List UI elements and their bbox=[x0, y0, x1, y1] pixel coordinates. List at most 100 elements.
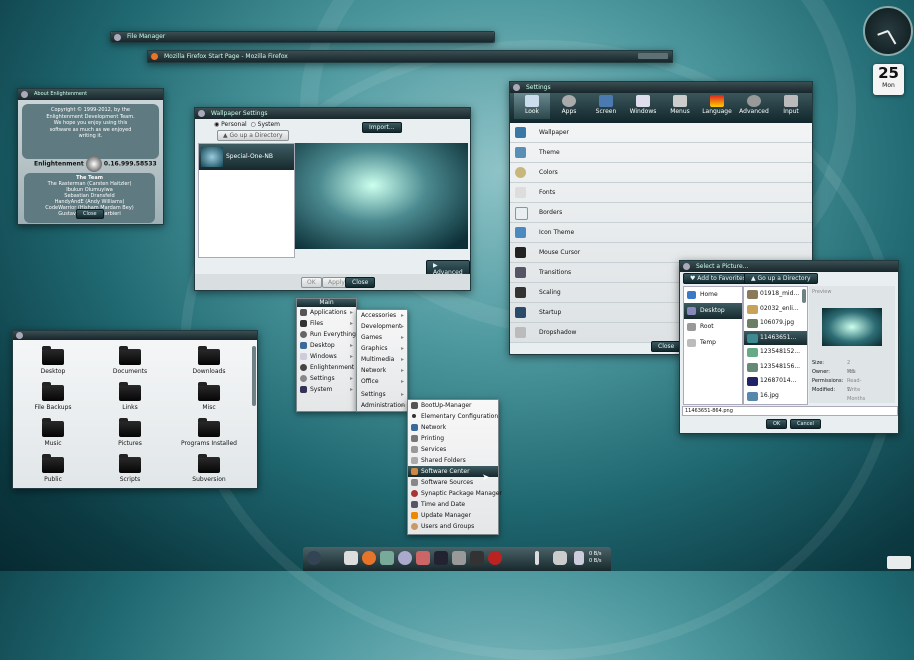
admin-item-synaptic[interactable]: Synaptic Package Manager bbox=[408, 488, 502, 499]
file-item[interactable]: 16.jpg bbox=[744, 389, 807, 404]
tab-input[interactable]: Input bbox=[773, 93, 809, 119]
places-list[interactable]: Home Desktop Root Temp bbox=[683, 286, 743, 405]
file-item[interactable]: 12687014... bbox=[744, 374, 807, 389]
file-list[interactable]: 01918_mid... 02032_enli... 106079.jpg 11… bbox=[743, 286, 808, 405]
tab-advanced[interactable]: Advanced bbox=[736, 93, 772, 119]
settings-row-colors[interactable]: Colors bbox=[510, 163, 812, 183]
submenu-item-network[interactable]: Network ▸ bbox=[357, 365, 407, 376]
folder-documents[interactable]: Documents bbox=[100, 346, 160, 375]
submenu-item-accessories[interactable]: Accessories ▸ bbox=[357, 310, 407, 321]
folder-subversion[interactable]: Subversion bbox=[179, 454, 239, 483]
about-close-button[interactable]: Close bbox=[76, 209, 104, 219]
scrollbar[interactable] bbox=[252, 346, 256, 406]
submenu-item-office[interactable]: Office ▸ bbox=[357, 376, 407, 387]
folder-downloads[interactable]: Downloads bbox=[179, 346, 239, 375]
place-root[interactable]: Root bbox=[684, 319, 742, 335]
add-favorites-button[interactable]: ♥ Add to Favorites bbox=[683, 273, 753, 284]
file-item-selected[interactable]: 11463651... bbox=[744, 330, 807, 345]
settings-row-wallpaper[interactable]: Wallpaper bbox=[510, 123, 812, 143]
place-desktop[interactable]: Desktop bbox=[684, 303, 742, 319]
terminal-icon[interactable] bbox=[344, 551, 358, 565]
volume-icon[interactable] bbox=[452, 551, 466, 565]
menu-item-files[interactable]: Files ▸ bbox=[297, 318, 356, 329]
tab-apps[interactable]: Apps bbox=[551, 93, 587, 119]
settings-row-fonts[interactable]: Fonts bbox=[510, 183, 812, 203]
admin-item-services[interactable]: Services bbox=[408, 444, 498, 455]
admin-item-network[interactable]: Network bbox=[408, 422, 498, 433]
submenu-item-multimedia[interactable]: Multimedia ▸ bbox=[357, 354, 407, 365]
settings-close-button[interactable]: Close bbox=[651, 341, 682, 352]
submenu-item-settings[interactable]: Settings ▸ bbox=[357, 389, 407, 400]
monitor-icon[interactable] bbox=[470, 551, 484, 565]
settings-row-icon-theme[interactable]: Icon Theme bbox=[510, 223, 812, 243]
close-button[interactable]: Close bbox=[345, 277, 376, 288]
settings-row-theme[interactable]: Theme bbox=[510, 143, 812, 163]
folder-pictures[interactable]: Pictures bbox=[100, 418, 160, 447]
folder-file-backups[interactable]: File Backups bbox=[23, 382, 83, 411]
tab-screen[interactable]: Screen bbox=[588, 93, 624, 119]
file-item[interactable]: 01918_mid... bbox=[744, 287, 807, 302]
paint-icon[interactable] bbox=[380, 551, 394, 565]
wallpaper-settings-window[interactable]: Wallpaper Settings ◉ Personal ○ System ▲… bbox=[194, 107, 471, 291]
start-icon[interactable] bbox=[307, 551, 321, 565]
about-window[interactable]: About Enlightenment Copyright © 1999-201… bbox=[17, 88, 164, 225]
file-item[interactable]: 123548152... bbox=[744, 345, 807, 360]
folder-scripts[interactable]: Scripts bbox=[100, 454, 160, 483]
scrollbar[interactable] bbox=[802, 289, 806, 303]
file-manager-window[interactable]: Desktop Documents Downloads File Backups… bbox=[12, 330, 258, 489]
console-icon[interactable] bbox=[434, 551, 448, 565]
menu-item-applications[interactable]: Applications ▸ bbox=[297, 307, 356, 318]
ok-button[interactable]: OK bbox=[301, 277, 322, 288]
folder-programs-installed[interactable]: Programs Installed bbox=[179, 418, 239, 447]
tab-menus[interactable]: Menus bbox=[662, 93, 698, 119]
menu-item-desktop[interactable]: Desktop ▸ bbox=[297, 340, 356, 351]
menu-item-enlightenment[interactable]: Enlightenment ▸ bbox=[297, 362, 356, 373]
search-icon[interactable] bbox=[398, 551, 412, 565]
package-icon[interactable] bbox=[416, 551, 430, 565]
admin-item-elementary-configuration[interactable]: Elementary Configuration bbox=[408, 411, 498, 422]
up-directory-button[interactable]: ▲ Go up a Directory bbox=[744, 273, 818, 284]
file-manager-titlebar-window[interactable]: File Manager bbox=[110, 31, 495, 43]
firefox-window[interactable]: Mozilla Firefox Start Page - Mozilla Fir… bbox=[147, 50, 673, 63]
window-controls[interactable] bbox=[638, 53, 668, 59]
folder-links[interactable]: Links bbox=[100, 382, 160, 411]
admin-item-printing[interactable]: Printing bbox=[408, 433, 498, 444]
admin-item-bootup-manager[interactable]: BootUp-Manager bbox=[408, 400, 498, 411]
folder-desktop[interactable]: Desktop bbox=[23, 346, 83, 375]
submenu-item-graphics[interactable]: Graphics ▸ bbox=[357, 343, 407, 354]
admin-item-time-and-date[interactable]: Time and Date bbox=[408, 499, 498, 510]
admin-item-users-and-groups[interactable]: Users and Groups bbox=[408, 521, 498, 532]
cancel-button[interactable]: Cancel bbox=[790, 419, 821, 429]
tab-look[interactable]: Look bbox=[514, 93, 550, 119]
submenu-item-administration[interactable]: Administration ▸ bbox=[357, 400, 407, 411]
file-item[interactable]: 123548156... bbox=[744, 360, 807, 375]
menu-item-settings[interactable]: Settings ▸ bbox=[297, 373, 356, 384]
tab-windows[interactable]: Windows bbox=[625, 93, 661, 119]
file-item[interactable]: 106079.jpg bbox=[744, 316, 807, 331]
menu-item-system[interactable]: System ▸ bbox=[297, 384, 356, 395]
ok-button[interactable]: OK bbox=[766, 419, 788, 429]
pager-gadget[interactable] bbox=[887, 556, 911, 569]
submenu-item-games[interactable]: Games ▸ bbox=[357, 332, 407, 343]
admin-item-shared-folders[interactable]: Shared Folders bbox=[408, 455, 498, 466]
bluetooth-icon[interactable] bbox=[574, 551, 584, 565]
tab-language[interactable]: Language bbox=[699, 93, 735, 119]
menu-item-windows[interactable]: Windows ▸ bbox=[297, 351, 356, 362]
submenu-item-development[interactable]: Development ▸ bbox=[357, 321, 407, 332]
firefox-icon[interactable] bbox=[362, 551, 376, 565]
import-button[interactable]: Import... bbox=[362, 122, 402, 133]
personal-radio[interactable]: ◉ Personal bbox=[214, 121, 247, 128]
file-item[interactable]: 02032_enli... bbox=[744, 302, 807, 317]
menu-item-run-everything[interactable]: Run Everything bbox=[297, 329, 356, 340]
settings-row-borders[interactable]: Borders bbox=[510, 203, 812, 223]
place-home[interactable]: Home bbox=[684, 287, 742, 303]
up-directory-button[interactable]: ▲ Go up a Directory bbox=[217, 130, 289, 141]
folder-music[interactable]: Music bbox=[23, 418, 83, 447]
wallpaper-list-item[interactable]: Special-One-NB bbox=[199, 144, 294, 170]
filename-input[interactable]: 11463651-864.png bbox=[682, 406, 898, 416]
select-picture-dialog[interactable]: Select a Picture... ♥ Add to Favorites ▲… bbox=[679, 260, 899, 434]
stop-icon[interactable] bbox=[488, 551, 502, 565]
folder-misc[interactable]: Misc bbox=[179, 382, 239, 411]
folder-public[interactable]: Public bbox=[23, 454, 83, 483]
place-temp[interactable]: Temp bbox=[684, 335, 742, 351]
